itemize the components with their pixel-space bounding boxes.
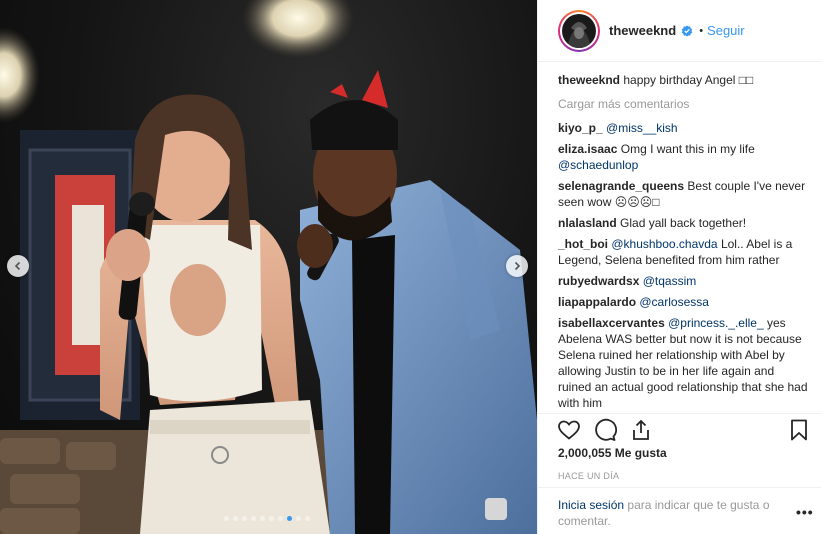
caption-text: happy birthday Angel □□ [623, 73, 754, 87]
comment-username[interactable]: rubyedwardsx [558, 274, 639, 288]
next-photo-button[interactable] [506, 255, 528, 277]
action-bar [538, 413, 821, 443]
comment-mention[interactable]: @princess._.elle_ [668, 316, 764, 330]
comment-item: eliza.isaac Omg I want this in my life @… [558, 141, 810, 173]
separator-dot: • [699, 24, 704, 37]
profile-picture-icon [562, 13, 596, 48]
like-button[interactable] [556, 417, 582, 443]
post-photo[interactable] [0, 0, 537, 534]
comment-item: selenagrande_queens Best couple I've nev… [558, 178, 810, 210]
comment-item: liapappalardo @carlosessa [558, 294, 810, 310]
avatar[interactable] [560, 11, 598, 50]
carousel-dot [233, 516, 238, 521]
carousel-dot [242, 516, 247, 521]
comment-item: _hot_boi @khushboo.chavda Lol.. Abel is … [558, 236, 810, 268]
comment-item: isabellaxcervantes @princess._.elle_ yes… [558, 315, 810, 411]
username-link[interactable]: theweeknd [609, 23, 676, 38]
bookmark-icon [791, 419, 807, 440]
comments-list[interactable]: theweeknd happy birthday Angel □□ Cargar… [558, 72, 810, 412]
post-header: theweeknd • Seguir [538, 0, 821, 62]
comment-mention[interactable]: @tqassim [643, 274, 697, 288]
follow-button[interactable]: Seguir [707, 23, 745, 38]
comment-icon [595, 418, 617, 441]
carousel-dot [287, 516, 292, 521]
more-options-button[interactable]: ••• [796, 504, 814, 520]
comment-username[interactable]: _hot_boi [558, 237, 608, 251]
carousel-dot [278, 516, 283, 521]
comment-text: Omg I want this in my life [620, 142, 755, 156]
comment-mention[interactable]: @khushboo.chavda [611, 237, 717, 251]
carousel-dot [296, 516, 301, 521]
login-link[interactable]: Inicia sesión [558, 498, 624, 512]
photo-scene [0, 0, 537, 534]
chevron-right-icon [514, 261, 521, 271]
comment-item: kiyo_p_ @miss__kish [558, 120, 810, 136]
carousel-dot [251, 516, 256, 521]
chevron-left-icon [14, 261, 21, 271]
carousel-indicator [224, 516, 310, 521]
comment-button[interactable] [592, 417, 618, 443]
comment-item: nlalasland Glad yall back together! [558, 215, 810, 231]
save-button[interactable] [786, 417, 812, 443]
heart-icon [558, 420, 580, 440]
comment-mention[interactable]: @carlosessa [639, 295, 709, 309]
avatar-story-ring[interactable] [558, 9, 600, 52]
caption-username[interactable]: theweeknd [558, 73, 620, 87]
comment-username[interactable]: nlalasland [558, 216, 617, 230]
carousel-dot [269, 516, 274, 521]
comment-username[interactable]: selenagrande_queens [558, 179, 684, 193]
post-timestamp: HACE UN DÍA [558, 471, 620, 481]
carousel-dot [224, 516, 229, 521]
comment-username[interactable]: kiyo_p_ [558, 121, 603, 135]
load-more-comments-button[interactable]: Cargar más comentarios [558, 97, 810, 111]
comment-username[interactable]: liapappalardo [558, 295, 636, 309]
caption: theweeknd happy birthday Angel □□ [558, 72, 810, 88]
comment-username[interactable]: eliza.isaac [558, 142, 617, 156]
share-button[interactable] [628, 417, 654, 443]
instagram-post: theweeknd • Seguir theweeknd happy birth… [0, 0, 821, 534]
previous-photo-button[interactable] [7, 255, 29, 277]
post-side-panel: theweeknd • Seguir theweeknd happy birth… [537, 0, 821, 534]
comment-mention[interactable]: @miss__kish [606, 121, 678, 135]
comment-item: rubyedwardsx @tqassim [558, 273, 810, 289]
carousel-dot [305, 516, 310, 521]
comment-text: yes Abelena WAS better but now it is not… [558, 316, 808, 410]
share-icon [633, 419, 649, 440]
carousel-dot [260, 516, 265, 521]
verified-badge-icon [681, 25, 693, 36]
comment-username[interactable]: isabellaxcervantes [558, 316, 665, 330]
login-prompt: Inicia sesión para indicar que te gusta … [538, 487, 821, 534]
comment-mention[interactable]: @schaedunlop [558, 158, 638, 172]
comment-text: Glad yall back together! [620, 216, 747, 230]
likes-count[interactable]: 2,000,055 Me gusta [558, 446, 667, 460]
